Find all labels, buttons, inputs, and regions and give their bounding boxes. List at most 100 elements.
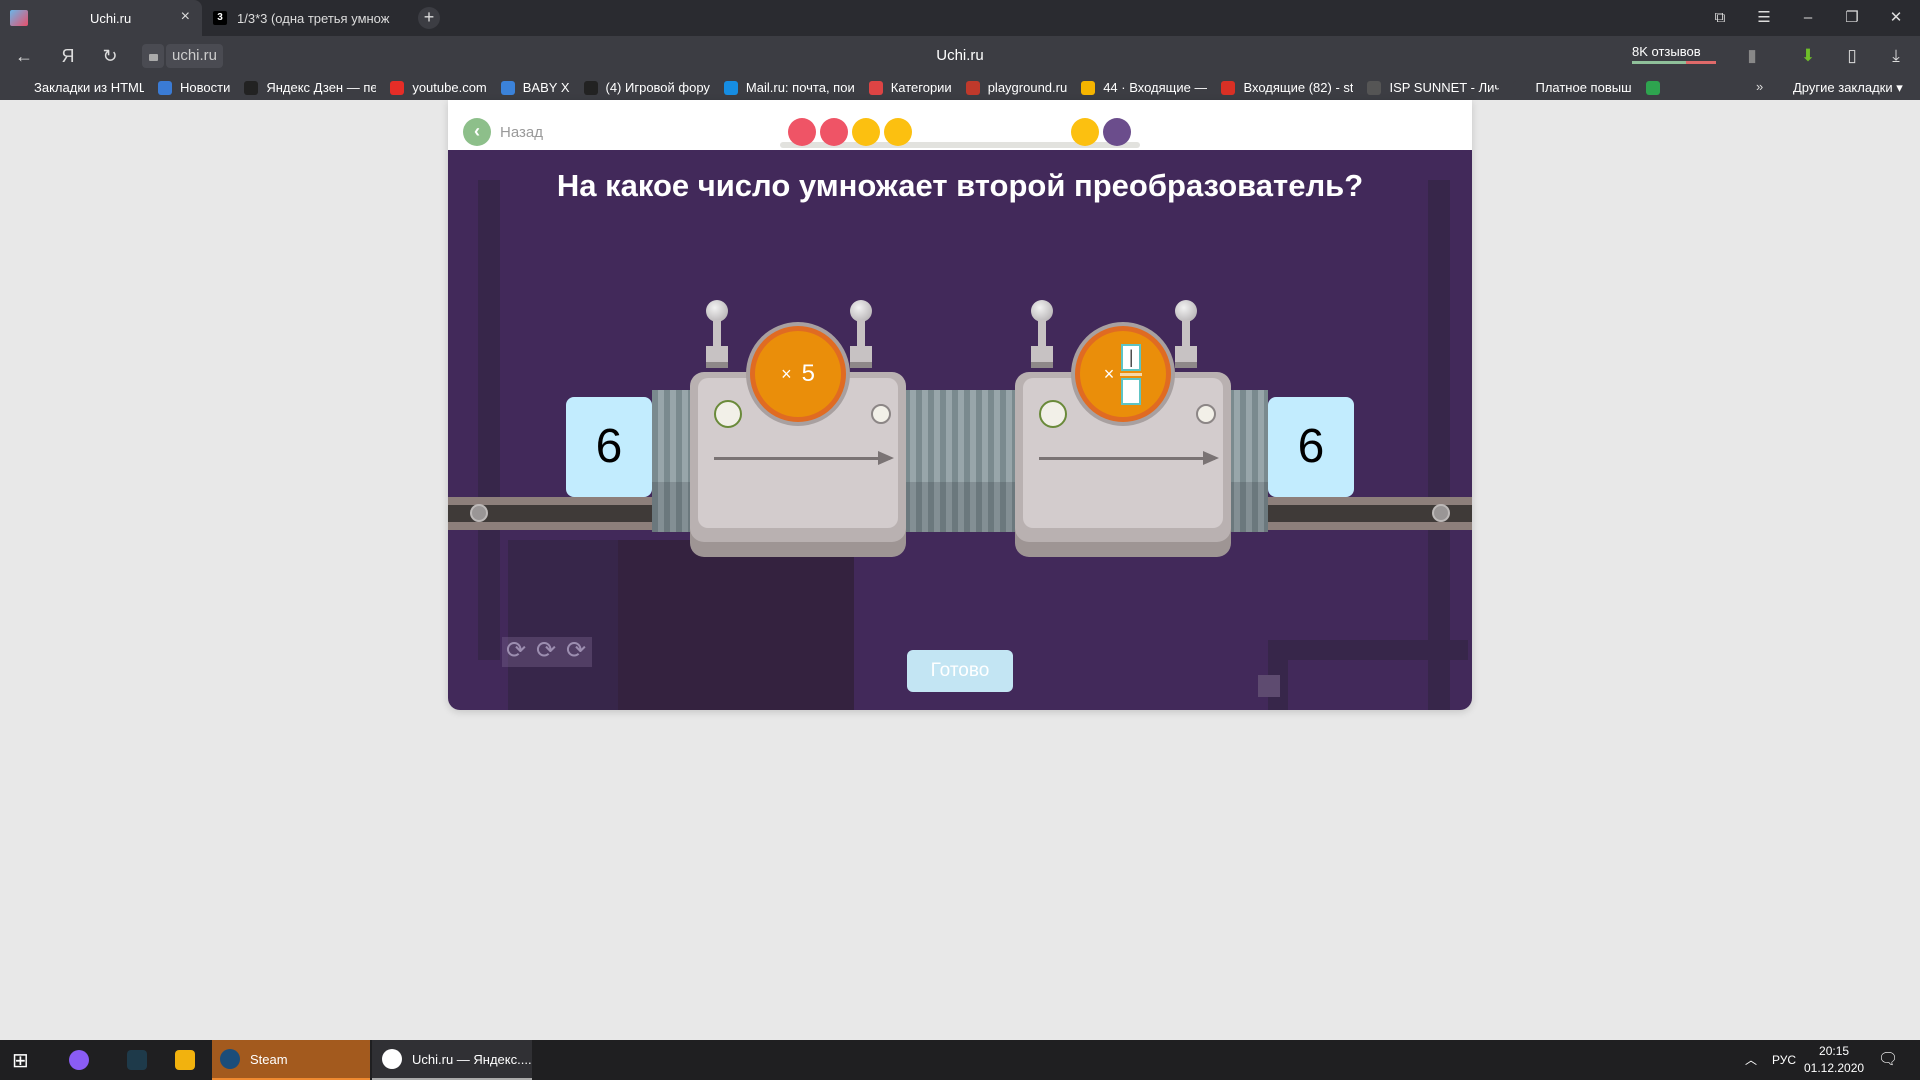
bookmark-label: Платное повыш bbox=[1535, 80, 1632, 95]
bookmark-favicon-icon bbox=[1081, 80, 1096, 95]
gear-icon: ⟳ bbox=[565, 637, 587, 664]
restore-button[interactable]: ❐ bbox=[1830, 0, 1874, 36]
multiplier-dial: × 5 bbox=[746, 322, 850, 426]
tab-fraction-search[interactable]: 3 1/3*3 (одна третья умнож bbox=[205, 0, 400, 36]
download-extension-icon[interactable]: ⬇ bbox=[1796, 44, 1820, 68]
bookmark-icon[interactable]: ▮ bbox=[1740, 44, 1764, 68]
bookmark-favicon-icon bbox=[965, 80, 980, 95]
notification-icon[interactable]: 🗨 bbox=[1878, 1040, 1898, 1080]
bookmark-favicon-icon bbox=[1367, 80, 1382, 95]
multiply-sign: × bbox=[1103, 363, 1115, 384]
progress-dot bbox=[1071, 118, 1099, 146]
bookmark-label: 44 · Входящие — bbox=[1103, 80, 1208, 95]
yandex-icon[interactable]: Я bbox=[54, 42, 82, 70]
bookmark-item[interactable]: Платное повыш bbox=[1513, 80, 1632, 95]
bookmark-item[interactable]: (4) Игровой фору bbox=[583, 80, 710, 95]
downloads-icon[interactable]: ⤓ bbox=[1884, 44, 1908, 68]
bookmark-item[interactable]: Mail.ru: почта, пои bbox=[723, 80, 855, 95]
question-title: На какое число умножает второй преобразо… bbox=[556, 168, 1364, 203]
input-number-card: 6 bbox=[566, 397, 652, 497]
converter-2: × | bbox=[1015, 300, 1231, 557]
tab-uchi[interactable]: Uchi.ru × bbox=[0, 0, 202, 36]
bookmark-item[interactable]: Закладки из HTML-фа bbox=[12, 80, 144, 95]
rockstar-icon[interactable] bbox=[175, 1040, 205, 1080]
taskbar-yandex-browser[interactable]: Uchi.ru — Яндекс.... bbox=[372, 1040, 532, 1080]
game-header: ‹ Назад bbox=[448, 100, 1472, 150]
tab-close-icon[interactable]: × bbox=[181, 8, 190, 26]
numerator-input[interactable]: | bbox=[1121, 343, 1142, 371]
steam-icon bbox=[220, 1049, 240, 1069]
gauge-icon bbox=[1039, 400, 1067, 428]
collections-icon[interactable]: ⧉ bbox=[1698, 0, 1742, 36]
bookmark-item[interactable]: Яндекс Дзен — пе bbox=[244, 80, 376, 95]
sidebar-icon[interactable]: ▯ bbox=[1840, 44, 1864, 68]
close-window-button[interactable]: ✕ bbox=[1874, 0, 1918, 36]
bookmark-item[interactable]: ISP SUNNET - Личн bbox=[1367, 80, 1499, 95]
bookmark-label: Категории bbox=[890, 80, 952, 95]
ready-button[interactable]: Готово bbox=[907, 650, 1013, 692]
bookmark-item[interactable]: playground.ru bbox=[965, 80, 1067, 95]
denominator-input[interactable] bbox=[1121, 377, 1142, 405]
bookmark-favicon-icon bbox=[1645, 80, 1660, 95]
multiply-sign: × bbox=[781, 363, 792, 384]
progress-dot bbox=[820, 118, 848, 146]
bookmark-item[interactable]: Новости bbox=[158, 80, 230, 95]
gear-icon: ⟳ bbox=[505, 637, 527, 664]
bookmark-label: Закладки из HTML-фа bbox=[34, 80, 144, 95]
reviews-rating-bar bbox=[1632, 61, 1716, 64]
bookmarks-overflow-icon[interactable]: » bbox=[1756, 79, 1763, 94]
system-clock[interactable]: 20:15 01.12.2020 bbox=[1804, 1043, 1864, 1077]
antenna bbox=[1171, 300, 1201, 378]
chevron-left-icon: ‹ bbox=[463, 118, 491, 146]
bookmark-item[interactable]: youtube.com bbox=[390, 80, 487, 95]
antenna bbox=[1027, 300, 1057, 378]
bookmark-favicon-icon bbox=[583, 80, 598, 95]
bookmark-favicon-icon bbox=[723, 80, 738, 95]
alice-icon[interactable] bbox=[69, 1040, 99, 1080]
new-tab-button[interactable]: + bbox=[418, 7, 440, 29]
address-bar[interactable]: uchi.ru bbox=[142, 44, 224, 68]
progress-dots bbox=[780, 115, 1140, 150]
bookmark-label: Mail.ru: почта, пои bbox=[745, 80, 855, 95]
multiplier-value: 5 bbox=[801, 360, 815, 387]
app-icon[interactable] bbox=[127, 1040, 157, 1080]
navigation-bar: Uchi.ru ← Я ↻ uchi.ru 8K отзывов ▮ ⬇ ▯ ⤓ bbox=[0, 36, 1920, 75]
lock-icon[interactable] bbox=[142, 44, 164, 68]
arrow-right-icon bbox=[714, 451, 894, 465]
gauge-icon bbox=[871, 404, 891, 424]
bookmark-item[interactable]: Категории bbox=[868, 80, 952, 95]
bookmark-item[interactable]: Входящие (82) - st bbox=[1221, 80, 1353, 95]
clock-date: 01.12.2020 bbox=[1804, 1061, 1865, 1075]
bookmark-favicon-icon bbox=[1513, 80, 1528, 95]
taskbar-steam[interactable]: Steam bbox=[212, 1040, 370, 1080]
back-arrow-icon[interactable]: ← bbox=[10, 42, 38, 70]
bg-valve bbox=[1258, 675, 1280, 697]
back-button[interactable]: ‹ Назад bbox=[463, 118, 543, 146]
bookmark-favicon-icon bbox=[244, 80, 259, 95]
bookmark-item[interactable] bbox=[1645, 80, 1668, 95]
menu-icon[interactable]: ☰ bbox=[1742, 0, 1786, 36]
bookmark-favicon-icon bbox=[12, 80, 26, 95]
bg-block bbox=[618, 540, 854, 710]
taskbar: ⊞ Steam Uchi.ru — Яндекс.... ︿ РУС 20:15… bbox=[0, 1040, 1920, 1080]
bg-pipe bbox=[1268, 640, 1468, 660]
antenna bbox=[702, 300, 732, 378]
reviews-badge[interactable]: 8K отзывов bbox=[1632, 44, 1716, 64]
reload-icon[interactable]: ↻ bbox=[96, 42, 124, 70]
progress-dot bbox=[852, 118, 880, 146]
windows-start-icon[interactable]: ⊞ bbox=[12, 1040, 36, 1080]
bookmark-item[interactable]: 44 · Входящие — bbox=[1081, 80, 1207, 95]
bookmark-label: (4) Игровой фору bbox=[605, 80, 710, 95]
bookmark-label: Входящие (82) - st bbox=[1243, 80, 1354, 95]
minimize-button[interactable]: – bbox=[1786, 0, 1830, 36]
bellows bbox=[652, 390, 692, 532]
other-bookmarks-button[interactable]: Другие закладки ▾ bbox=[1793, 80, 1903, 96]
tray-chevron-icon[interactable]: ︿ bbox=[1745, 1040, 1757, 1080]
bookmark-item[interactable]: BABY X bbox=[500, 80, 570, 95]
fraction-bar bbox=[1120, 372, 1143, 376]
fraction-dial: × | bbox=[1071, 322, 1175, 426]
bookmark-label: BABY X bbox=[522, 80, 570, 95]
bookmark-label: youtube.com bbox=[412, 80, 487, 95]
url-text[interactable]: uchi.ru bbox=[166, 44, 224, 68]
language-indicator[interactable]: РУС bbox=[1772, 1040, 1796, 1080]
